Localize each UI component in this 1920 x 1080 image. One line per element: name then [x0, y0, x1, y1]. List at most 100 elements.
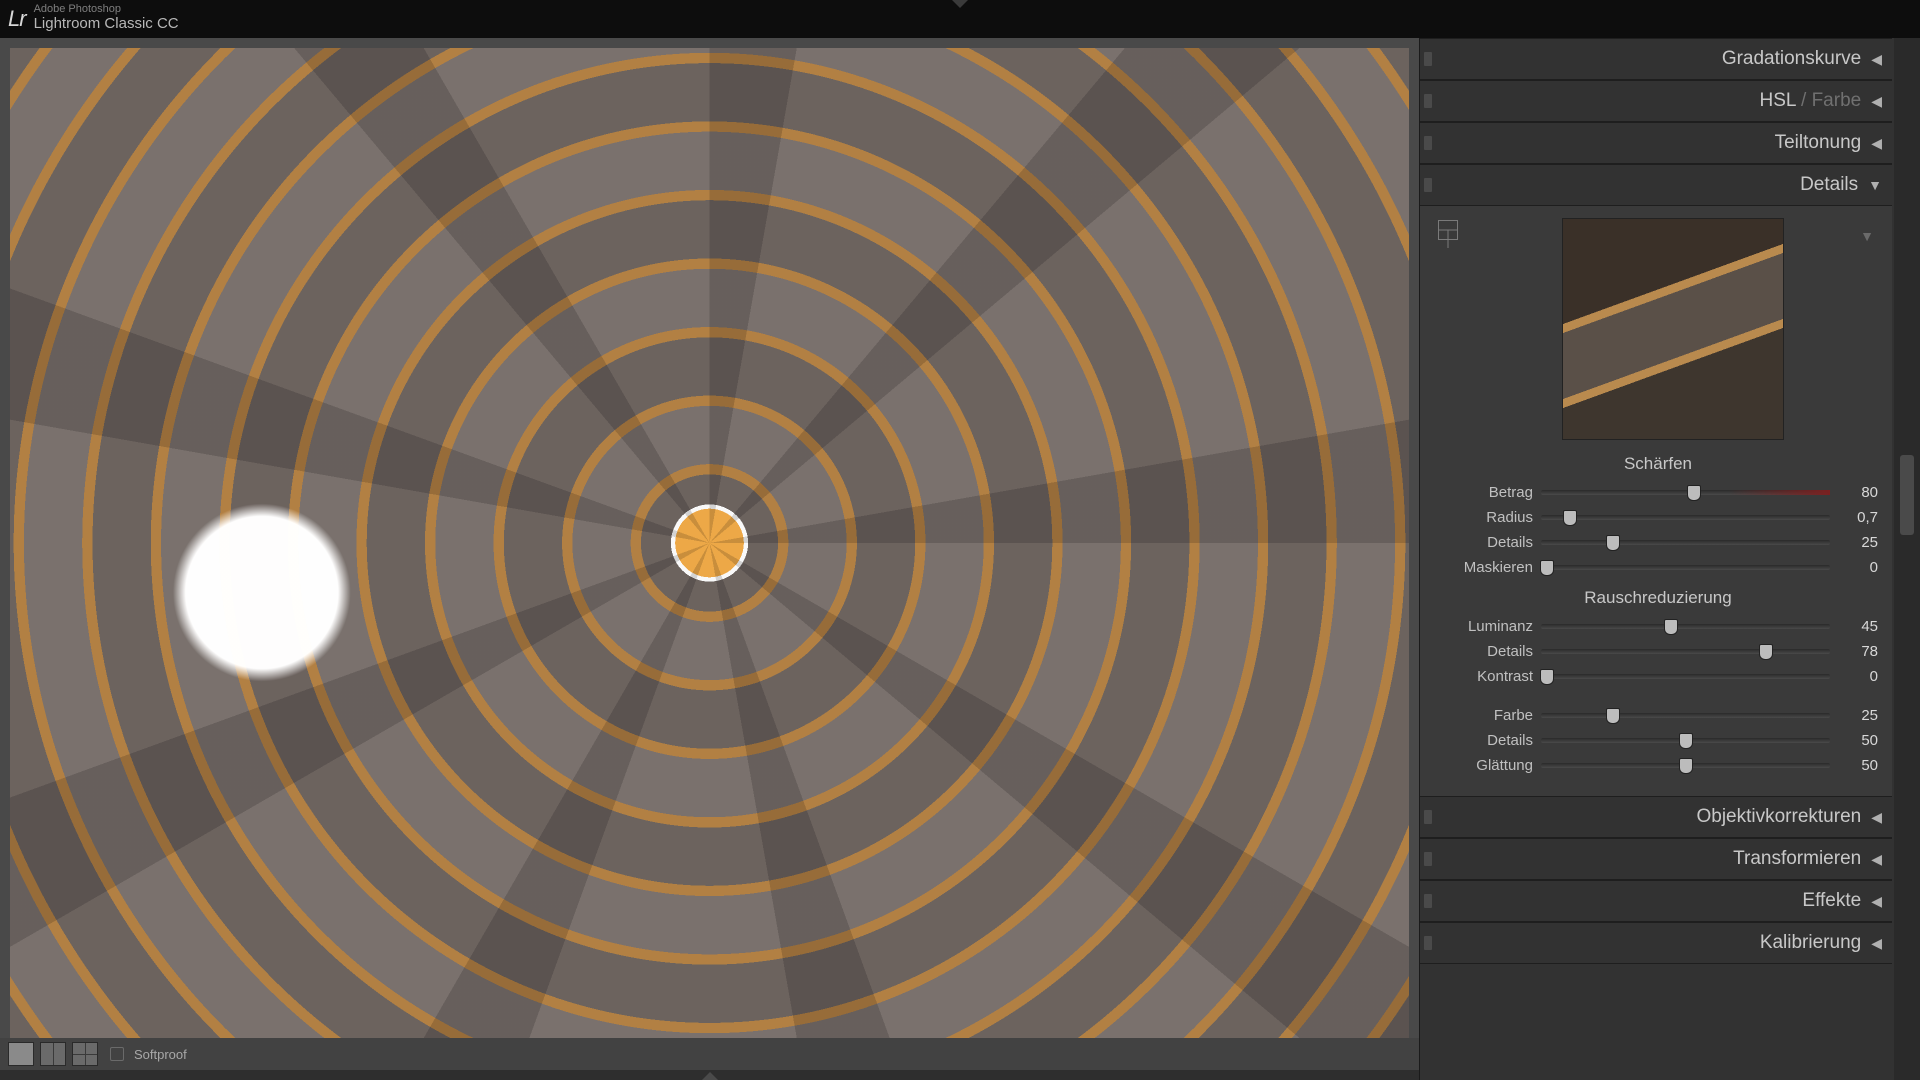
slider-value[interactable]: 25: [1838, 707, 1878, 724]
section-switch-icon[interactable]: [1424, 52, 1432, 66]
chevron-left-icon: ◀: [1871, 93, 1882, 110]
chevron-left-icon: ◀: [1871, 851, 1882, 868]
slider-value[interactable]: 25: [1838, 534, 1878, 551]
slider-track[interactable]: [1541, 540, 1830, 545]
before-after-lr-button[interactable]: [40, 1042, 66, 1066]
slider-knob[interactable]: [1759, 644, 1773, 660]
softproof-checkbox[interactable]: [110, 1047, 124, 1061]
loupe-view-button[interactable]: [8, 1042, 34, 1066]
section-title: Effekte: [1802, 890, 1861, 912]
slider-track[interactable]: [1541, 649, 1830, 654]
chevron-left-icon: ◀: [1871, 135, 1882, 152]
detail-preview-thumb[interactable]: [1562, 218, 1784, 440]
section-gradation[interactable]: Gradationskurve ◀: [1420, 38, 1892, 80]
section-title: Teiltonung: [1775, 132, 1862, 154]
slider-ldetails: Details 78: [1438, 639, 1878, 664]
section-objektiv[interactable]: Objektivkorrekturen ◀: [1420, 796, 1892, 838]
slider-luminanz: Luminanz 45: [1438, 614, 1878, 639]
slider-label: Kontrast: [1438, 668, 1533, 685]
chevron-left-icon: ◀: [1871, 809, 1882, 826]
slider-value[interactable]: 0: [1838, 668, 1878, 685]
section-teiltonung[interactable]: Teiltonung ◀: [1420, 122, 1892, 164]
slider-label: Betrag: [1438, 484, 1533, 501]
app-root: Lr Adobe Photoshop Lightroom Classic CC: [0, 0, 1920, 1080]
photo-preview[interactable]: [10, 48, 1409, 1038]
hsl-label: HSL: [1759, 90, 1795, 111]
filmstrip-grip[interactable]: [0, 1070, 1419, 1080]
slider-knob[interactable]: [1540, 560, 1554, 576]
panel-scrollbar-track[interactable]: [1894, 38, 1920, 1080]
section-effekte[interactable]: Effekte ◀: [1420, 880, 1892, 922]
section-title: Gradationskurve: [1722, 48, 1861, 70]
section-switch-icon[interactable]: [1424, 810, 1432, 824]
section-transform[interactable]: Transformieren ◀: [1420, 838, 1892, 880]
slider-track[interactable]: [1541, 515, 1830, 520]
farbe-label: Farbe: [1812, 90, 1862, 111]
slider-value[interactable]: 80: [1838, 484, 1878, 501]
slider-value[interactable]: 0,7: [1838, 509, 1878, 526]
chevron-left-icon: ◀: [1871, 893, 1882, 910]
slider-value[interactable]: 0: [1838, 559, 1878, 576]
viewer-toolbar: Softproof: [0, 1038, 1419, 1070]
slider-track[interactable]: [1541, 763, 1830, 768]
slider-knob[interactable]: [1679, 733, 1693, 749]
section-switch-icon[interactable]: [1424, 852, 1432, 866]
detail-target-icon[interactable]: [1438, 220, 1458, 240]
section-title: Details: [1800, 174, 1858, 196]
slider-label: Luminanz: [1438, 618, 1533, 635]
slider-label: Glättung: [1438, 757, 1533, 774]
chevron-left-icon: ◀: [1871, 935, 1882, 952]
slider-label: Details: [1438, 643, 1533, 660]
slider-knob[interactable]: [1540, 669, 1554, 685]
slider-knob[interactable]: [1563, 510, 1577, 526]
slider-farbe: Farbe 25: [1438, 703, 1878, 728]
main-row: Softproof Gradationskurve ◀ HSL / Farbe: [0, 38, 1920, 1080]
slider-glaettung: Glättung 50: [1438, 753, 1878, 778]
slider-value[interactable]: 50: [1838, 757, 1878, 774]
thumb-content: [1563, 219, 1783, 439]
slider-knob[interactable]: [1606, 535, 1620, 551]
photo-content: [10, 48, 1409, 1038]
app-name: Lightroom Classic CC: [34, 15, 179, 32]
canvas-wrap: [0, 38, 1419, 1038]
top-panel-grip-icon[interactable]: [952, 0, 968, 8]
slider-track[interactable]: [1541, 713, 1830, 718]
title-bar: Lr Adobe Photoshop Lightroom Classic CC: [0, 0, 1920, 38]
app-logo: Lr: [8, 6, 26, 32]
canvas[interactable]: [10, 48, 1409, 1038]
details-body: ▼ Schärfen Betrag 80 Radius 0,7 Deta: [1420, 206, 1892, 796]
section-switch-icon[interactable]: [1424, 178, 1432, 192]
grid-view-button[interactable]: [72, 1042, 98, 1066]
slider-track[interactable]: [1541, 738, 1830, 743]
slider-knob[interactable]: [1606, 708, 1620, 724]
section-switch-icon[interactable]: [1424, 936, 1432, 950]
slider-track[interactable]: [1541, 490, 1830, 495]
slider-value[interactable]: 78: [1838, 643, 1878, 660]
slider-track[interactable]: [1541, 565, 1830, 570]
chevron-down-icon[interactable]: ▼: [1860, 228, 1874, 244]
slider-track[interactable]: [1541, 674, 1830, 679]
panel-scroll: Gradationskurve ◀ HSL / Farbe ◀ Teiltonu…: [1420, 38, 1920, 1080]
slider-label: Radius: [1438, 509, 1533, 526]
slider-kontrast: Kontrast 0: [1438, 664, 1878, 689]
slider-knob[interactable]: [1679, 758, 1693, 774]
detail-preview-row: ▼: [1438, 218, 1878, 440]
panel-scrollbar-thumb[interactable]: [1900, 455, 1914, 535]
chevron-down-icon: ▼: [1868, 177, 1882, 193]
slider-track[interactable]: [1541, 624, 1830, 629]
section-switch-icon[interactable]: [1424, 94, 1432, 108]
section-hsl-farbe[interactable]: HSL / Farbe ◀: [1420, 80, 1892, 122]
section-title: Objektivkorrekturen: [1696, 806, 1861, 828]
slider-value[interactable]: 45: [1838, 618, 1878, 635]
section-details[interactable]: Details ▼: [1420, 164, 1892, 206]
slider-knob[interactable]: [1664, 619, 1678, 635]
section-switch-icon[interactable]: [1424, 894, 1432, 908]
section-title: Kalibrierung: [1760, 932, 1861, 954]
section-kalibrierung[interactable]: Kalibrierung ◀: [1420, 922, 1892, 964]
viewer-column: Softproof: [0, 38, 1419, 1080]
slider-value[interactable]: 50: [1838, 732, 1878, 749]
slider-knob[interactable]: [1687, 485, 1701, 501]
slider-details: Details 25: [1438, 530, 1878, 555]
app-publisher: Adobe Photoshop: [34, 4, 179, 15]
section-switch-icon[interactable]: [1424, 136, 1432, 150]
